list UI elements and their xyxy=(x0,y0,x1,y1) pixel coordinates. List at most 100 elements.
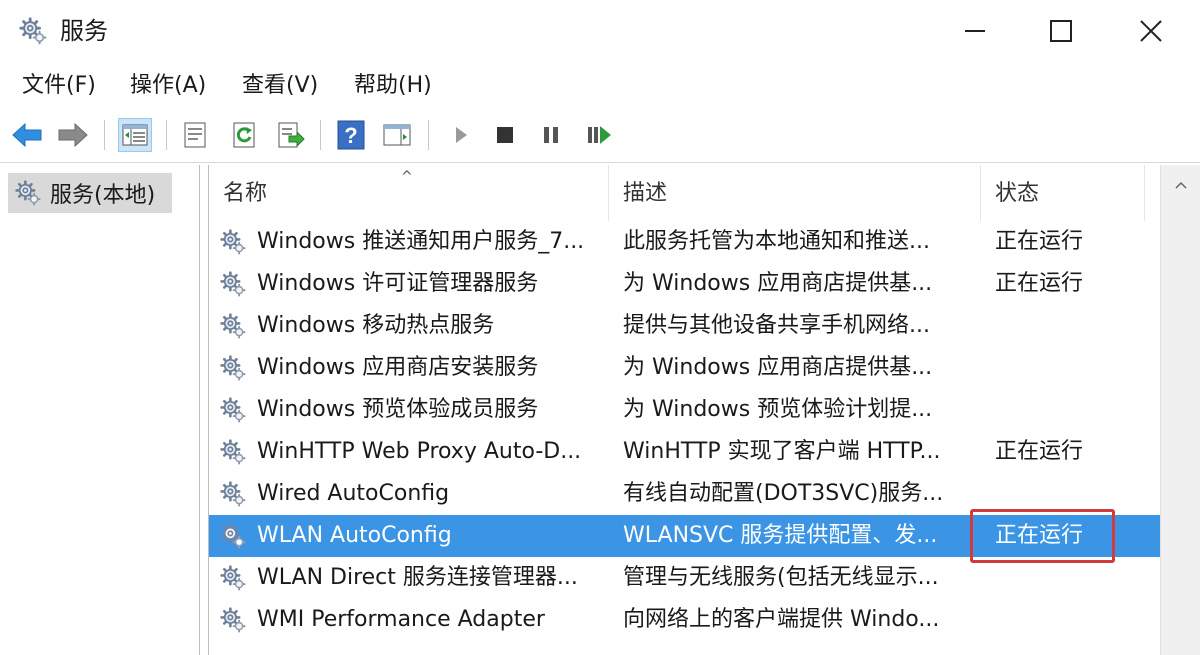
service-name: WLAN AutoConfig xyxy=(257,523,452,548)
service-name: Windows 预览体验成员服务 xyxy=(257,397,539,422)
menu-action[interactable]: 操作(A) xyxy=(130,66,206,106)
maximize-button[interactable] xyxy=(1016,0,1106,62)
toolbar-separator xyxy=(104,120,105,150)
chevron-up-icon xyxy=(1175,181,1187,189)
service-name: WLAN Direct 服务连接管理器... xyxy=(257,565,578,590)
window-title: 服务 xyxy=(60,17,108,45)
table-row[interactable]: Windows 预览体验成员服务 为 Windows 预览体验计划提... xyxy=(209,389,1161,431)
scroll-up-button[interactable] xyxy=(1161,165,1200,205)
service-description: 为 Windows 应用商店提供基... xyxy=(623,271,933,296)
console-tree-icon xyxy=(122,124,148,146)
toolbar-separator xyxy=(320,120,321,150)
table-row[interactable]: Windows 许可证管理器服务 为 Windows 应用商店提供基... 正在运行 xyxy=(209,263,1161,305)
service-description: 向网络上的客户端提供 Windo... xyxy=(623,607,940,632)
title-bar: 服务 xyxy=(0,0,1200,64)
service-status xyxy=(995,599,1155,641)
forward-button[interactable] xyxy=(56,118,90,152)
gear-icon xyxy=(219,396,247,424)
stop-service-button[interactable] xyxy=(488,118,522,152)
column-header-description[interactable]: 描述 xyxy=(609,165,981,221)
tree-item-services-local[interactable]: 服务(本地) xyxy=(8,173,172,213)
service-description: WLANSVC 服务提供配置、发... xyxy=(623,523,938,548)
maximize-icon xyxy=(1050,20,1072,42)
tree-item-label: 服务(本地) xyxy=(50,183,156,208)
toolbar-separator xyxy=(166,120,167,150)
action-pane-button[interactable] xyxy=(380,118,414,152)
table-row[interactable]: WLAN AutoConfig WLANSVC 服务提供配置、发... 正在运行 xyxy=(209,515,1161,557)
gear-icon xyxy=(18,16,48,46)
export-icon xyxy=(278,122,305,148)
play-icon xyxy=(456,127,467,143)
table-row[interactable]: WinHTTP Web Proxy Auto-D... WinHTTP 实现了客户… xyxy=(209,431,1161,473)
stop-icon xyxy=(497,127,513,143)
menu-bar: 文件(F) 操作(A) 查看(V) 帮助(H) xyxy=(0,66,1200,106)
service-description: 有线自动配置(DOT3SVC)服务... xyxy=(623,481,944,506)
pause-icon xyxy=(544,127,558,143)
svg-text:?: ? xyxy=(344,123,357,148)
menu-view[interactable]: 查看(V) xyxy=(242,66,318,106)
service-description: WinHTTP 实现了客户端 HTTP... xyxy=(623,439,941,464)
service-name: WinHTTP Web Proxy Auto-D... xyxy=(257,439,582,464)
service-status xyxy=(995,305,1155,347)
service-status xyxy=(995,557,1155,599)
service-description: 为 Windows 预览体验计划提... xyxy=(623,397,933,422)
service-description: 为 Windows 应用商店提供基... xyxy=(623,355,933,380)
service-status xyxy=(995,347,1155,389)
service-status: 正在运行 xyxy=(995,271,1084,296)
gear-icon xyxy=(219,354,247,382)
service-name: Windows 应用商店安装服务 xyxy=(257,355,539,380)
restart-service-button[interactable] xyxy=(582,118,616,152)
service-name: Wired AutoConfig xyxy=(257,481,450,506)
show-console-tree-button[interactable] xyxy=(118,118,152,152)
gear-icon xyxy=(219,522,247,550)
close-button[interactable] xyxy=(1106,0,1196,62)
gear-icon xyxy=(219,480,247,508)
table-row[interactable]: Wired AutoConfig 有线自动配置(DOT3SVC)服务... xyxy=(209,473,1161,515)
menu-file[interactable]: 文件(F) xyxy=(22,66,96,106)
service-description: 管理与无线服务(包括无线显示... xyxy=(623,565,939,590)
properties-icon xyxy=(184,122,206,148)
close-icon xyxy=(1140,20,1162,42)
service-status xyxy=(995,389,1155,431)
minimize-button[interactable] xyxy=(930,0,1020,62)
pause-service-button[interactable] xyxy=(534,118,568,152)
gear-icon xyxy=(219,270,247,298)
table-row[interactable]: WMI Performance Adapter 向网络上的客户端提供 Windo.… xyxy=(209,599,1161,641)
service-status: 正在运行 xyxy=(995,439,1084,464)
table-row[interactable]: Windows 推送通知用户服务_7... 此服务托管为本地通知和推送... 正在运… xyxy=(209,221,1161,263)
start-service-button[interactable] xyxy=(444,118,478,152)
service-status: 正在运行 xyxy=(995,523,1084,548)
service-description: 此服务托管为本地通知和推送... xyxy=(623,229,930,254)
back-arrow-icon xyxy=(12,122,42,148)
help-button[interactable]: ? xyxy=(334,118,368,152)
minimize-icon xyxy=(965,30,985,32)
export-list-button[interactable] xyxy=(274,118,308,152)
service-name: Windows 推送通知用户服务_7... xyxy=(257,229,585,254)
gear-icon xyxy=(14,179,42,207)
refresh-button[interactable] xyxy=(228,118,262,152)
help-icon: ? xyxy=(337,120,365,150)
table-row[interactable]: Windows 移动热点服务 提供与其他设备共享手机网络... xyxy=(209,305,1161,347)
console-tree-pane: 服务(本地) xyxy=(0,165,200,655)
action-pane-icon xyxy=(383,124,411,146)
services-list: 名称 ^ 描述 状态 Windows 推送通知用户服务_7... 此服务托管为本地… xyxy=(208,165,1200,655)
table-row[interactable]: WLAN Direct 服务连接管理器... 管理与无线服务(包括无线显示... xyxy=(209,557,1161,599)
back-button[interactable] xyxy=(10,118,44,152)
gear-icon xyxy=(219,438,247,466)
properties-button[interactable] xyxy=(178,118,212,152)
service-name: WMI Performance Adapter xyxy=(257,607,545,632)
list-header: 名称 ^ 描述 状态 xyxy=(209,165,1200,221)
service-name: Windows 移动热点服务 xyxy=(257,313,495,338)
gear-icon xyxy=(219,564,247,592)
service-name: Windows 许可证管理器服务 xyxy=(257,271,539,296)
menu-help[interactable]: 帮助(H) xyxy=(354,66,432,106)
service-description: 提供与其他设备共享手机网络... xyxy=(623,313,930,338)
table-row[interactable]: Windows 应用商店安装服务 为 Windows 应用商店提供基... xyxy=(209,347,1161,389)
column-header-status[interactable]: 状态 xyxy=(981,165,1145,221)
toolbar: ? xyxy=(0,108,1200,163)
restart-icon xyxy=(588,126,611,144)
service-status xyxy=(995,473,1155,515)
service-status: 正在运行 xyxy=(995,229,1084,254)
vertical-scrollbar[interactable] xyxy=(1160,165,1200,655)
forward-arrow-icon xyxy=(58,122,88,148)
